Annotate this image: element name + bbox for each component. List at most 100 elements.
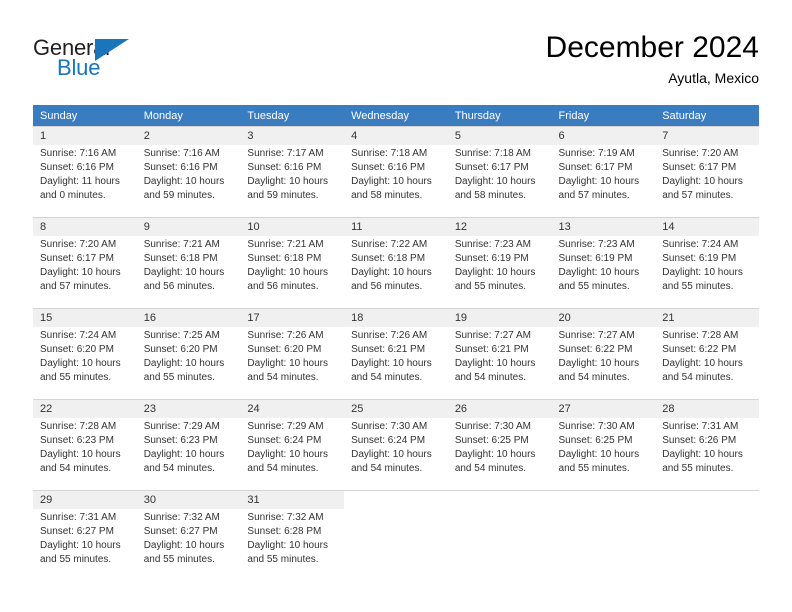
date-number[interactable]: 23: [136, 399, 241, 418]
date-number[interactable]: 11: [344, 217, 448, 236]
day-cell[interactable]: Sunrise: 7:21 AM Sunset: 6:18 PM Dayligh…: [136, 236, 241, 309]
date-number[interactable]: 15: [33, 308, 137, 327]
date-number[interactable]: 10: [240, 217, 345, 236]
sunrise-text: Sunrise: 7:24 AM: [40, 330, 117, 341]
day-cell-empty: [344, 509, 448, 581]
date-number[interactable]: 9: [136, 217, 241, 236]
day-cell[interactable]: Sunrise: 7:26 AM Sunset: 6:20 PM Dayligh…: [240, 327, 345, 400]
sunrise-text: Sunrise: 7:32 AM: [143, 512, 220, 523]
day-cell[interactable]: Sunrise: 7:16 AM Sunset: 6:16 PM Dayligh…: [136, 145, 241, 218]
day-cell[interactable]: Sunrise: 7:30 AM Sunset: 6:25 PM Dayligh…: [447, 418, 552, 491]
day-cell[interactable]: Sunrise: 7:22 AM Sunset: 6:18 PM Dayligh…: [344, 236, 448, 309]
daylight-text-line2: and 57 minutes.: [40, 281, 112, 292]
date-number[interactable]: 13: [551, 217, 656, 236]
day-cell[interactable]: Sunrise: 7:24 AM Sunset: 6:19 PM Dayligh…: [655, 236, 759, 309]
sunrise-text: Sunrise: 7:20 AM: [40, 239, 117, 250]
day-cell[interactable]: Sunrise: 7:23 AM Sunset: 6:19 PM Dayligh…: [447, 236, 552, 309]
calendar-grid: Sunday Monday Tuesday Wednesday Thursday…: [33, 105, 759, 581]
day-cell[interactable]: Sunrise: 7:19 AM Sunset: 6:17 PM Dayligh…: [551, 145, 656, 218]
day-cell[interactable]: Sunrise: 7:30 AM Sunset: 6:25 PM Dayligh…: [551, 418, 656, 491]
day-cell[interactable]: Sunrise: 7:30 AM Sunset: 6:24 PM Dayligh…: [344, 418, 448, 491]
daylight-text-line1: Daylight: 10 hours: [454, 176, 536, 187]
date-number[interactable]: 25: [344, 399, 448, 418]
sunrise-text: Sunrise: 7:30 AM: [351, 421, 428, 432]
day-cell[interactable]: Sunrise: 7:23 AM Sunset: 6:19 PM Dayligh…: [551, 236, 656, 309]
sunset-text: Sunset: 6:18 PM: [351, 253, 426, 264]
day-cell[interactable]: Sunrise: 7:32 AM Sunset: 6:27 PM Dayligh…: [136, 509, 241, 581]
day-cell[interactable]: Sunrise: 7:31 AM Sunset: 6:26 PM Dayligh…: [655, 418, 759, 491]
day-cell[interactable]: Sunrise: 7:32 AM Sunset: 6:28 PM Dayligh…: [240, 509, 345, 581]
daylight-text-line1: Daylight: 10 hours: [40, 540, 121, 551]
date-number[interactable]: 3: [240, 126, 345, 145]
general-blue-logo[interactable]: General Blue: [33, 36, 153, 84]
sunset-text: Sunset: 6:26 PM: [662, 435, 737, 446]
week-date-row: 22 23 24 25 26 27 28: [33, 399, 759, 418]
daylight-text-line2: and 57 minutes.: [662, 190, 734, 201]
day-cell[interactable]: Sunrise: 7:25 AM Sunset: 6:20 PM Dayligh…: [136, 327, 241, 400]
date-number[interactable]: 17: [240, 308, 345, 327]
sunset-text: Sunset: 6:20 PM: [143, 344, 218, 355]
date-number[interactable]: 29: [33, 490, 137, 509]
date-number[interactable]: 27: [551, 399, 656, 418]
date-number[interactable]: 18: [344, 308, 448, 327]
day-cell[interactable]: Sunrise: 7:20 AM Sunset: 6:17 PM Dayligh…: [33, 236, 137, 309]
page-title: December 2024: [545, 31, 759, 64]
day-cell[interactable]: Sunrise: 7:24 AM Sunset: 6:20 PM Dayligh…: [33, 327, 137, 400]
daylight-text-line1: Daylight: 10 hours: [247, 449, 329, 460]
day-cell[interactable]: Sunrise: 7:26 AM Sunset: 6:21 PM Dayligh…: [344, 327, 448, 400]
date-number[interactable]: 16: [136, 308, 241, 327]
date-number[interactable]: 19: [447, 308, 552, 327]
date-number[interactable]: 26: [447, 399, 552, 418]
date-number[interactable]: 22: [33, 399, 137, 418]
date-number[interactable]: 31: [240, 490, 345, 509]
sunset-text: Sunset: 6:16 PM: [143, 162, 218, 173]
day-cell[interactable]: Sunrise: 7:16 AM Sunset: 6:16 PM Dayligh…: [33, 145, 137, 218]
day-cell[interactable]: Sunrise: 7:29 AM Sunset: 6:23 PM Dayligh…: [136, 418, 241, 491]
week-info-row: Sunrise: 7:31 AM Sunset: 6:27 PM Dayligh…: [33, 509, 759, 581]
daylight-text-line1: Daylight: 10 hours: [558, 358, 640, 369]
date-number[interactable]: 4: [344, 126, 448, 145]
daylight-text-line2: and 59 minutes.: [143, 190, 215, 201]
sunrise-text: Sunrise: 7:30 AM: [558, 421, 635, 432]
date-number[interactable]: 12: [447, 217, 552, 236]
day-cell[interactable]: Sunrise: 7:31 AM Sunset: 6:27 PM Dayligh…: [33, 509, 137, 581]
date-number[interactable]: 2: [136, 126, 241, 145]
title-block: December 2024 Ayutla, Mexico: [546, 30, 759, 88]
date-number[interactable]: 28: [655, 399, 759, 418]
date-number[interactable]: 8: [33, 217, 137, 236]
daylight-text-line2: and 55 minutes.: [40, 554, 112, 565]
date-number[interactable]: 20: [551, 308, 656, 327]
weekday-header-monday: Monday: [136, 105, 241, 127]
day-cell[interactable]: Sunrise: 7:17 AM Sunset: 6:16 PM Dayligh…: [240, 145, 345, 218]
daylight-text-line1: Daylight: 10 hours: [454, 358, 536, 369]
sunrise-text: Sunrise: 7:27 AM: [454, 330, 531, 341]
sunset-text: Sunset: 6:23 PM: [143, 435, 218, 446]
date-number[interactable]: 24: [240, 399, 345, 418]
date-number[interactable]: 7: [655, 126, 759, 145]
sunset-text: Sunset: 6:22 PM: [662, 344, 737, 355]
day-cell[interactable]: Sunrise: 7:29 AM Sunset: 6:24 PM Dayligh…: [240, 418, 345, 491]
sunrise-text: Sunrise: 7:17 AM: [247, 148, 324, 159]
day-cell[interactable]: Sunrise: 7:18 AM Sunset: 6:16 PM Dayligh…: [344, 145, 448, 218]
daylight-text-line2: and 55 minutes.: [454, 281, 526, 292]
sunset-text: Sunset: 6:25 PM: [454, 435, 529, 446]
date-number[interactable]: 30: [136, 490, 241, 509]
day-cell[interactable]: Sunrise: 7:28 AM Sunset: 6:23 PM Dayligh…: [33, 418, 137, 491]
day-cell[interactable]: Sunrise: 7:18 AM Sunset: 6:17 PM Dayligh…: [447, 145, 552, 218]
date-number[interactable]: 6: [551, 126, 656, 145]
date-number[interactable]: 5: [447, 126, 552, 145]
sunrise-text: Sunrise: 7:29 AM: [143, 421, 220, 432]
day-cell[interactable]: Sunrise: 7:21 AM Sunset: 6:18 PM Dayligh…: [240, 236, 345, 309]
date-number[interactable]: 14: [655, 217, 759, 236]
sunset-text: Sunset: 6:23 PM: [40, 435, 114, 446]
sunset-text: Sunset: 6:18 PM: [247, 253, 322, 264]
day-cell[interactable]: Sunrise: 7:20 AM Sunset: 6:17 PM Dayligh…: [655, 145, 759, 218]
logo-text-blue: Blue: [57, 55, 101, 80]
day-cell[interactable]: Sunrise: 7:28 AM Sunset: 6:22 PM Dayligh…: [655, 327, 759, 400]
date-number[interactable]: 1: [33, 126, 137, 145]
date-number[interactable]: 21: [655, 308, 759, 327]
sunset-text: Sunset: 6:27 PM: [143, 526, 218, 537]
sunset-text: Sunset: 6:19 PM: [454, 253, 529, 264]
day-cell[interactable]: Sunrise: 7:27 AM Sunset: 6:22 PM Dayligh…: [551, 327, 656, 400]
day-cell[interactable]: Sunrise: 7:27 AM Sunset: 6:21 PM Dayligh…: [447, 327, 552, 400]
